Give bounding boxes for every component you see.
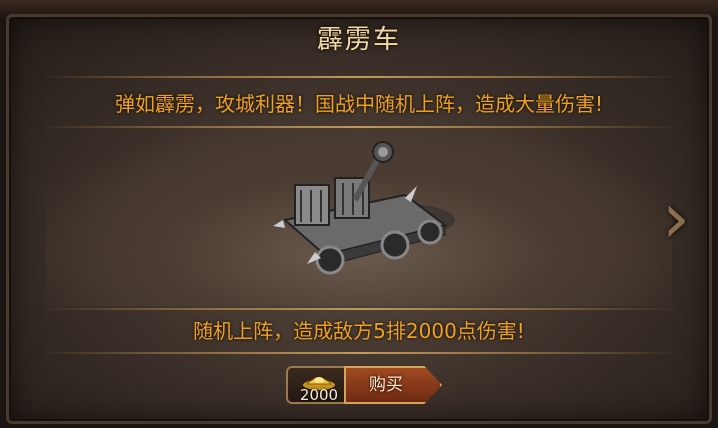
item-title: 霹雳车: [316, 25, 401, 55]
divider: [40, 76, 678, 78]
item-description: 弹如霹雳，攻城利器！国战中随机上阵，造成大量伤害!: [114, 92, 604, 116]
item-effect-text: 随机上阵，造成敌方5排2000点伤害!: [193, 319, 525, 343]
next-item-chevron-icon[interactable]: ›: [654, 180, 698, 256]
divider: [40, 308, 678, 310]
divider: [40, 126, 678, 128]
divider: [40, 352, 678, 354]
purchase-bar: 2000 购买: [286, 362, 446, 406]
price-value: 2000: [299, 386, 339, 404]
price-display: 2000: [286, 366, 348, 404]
buy-button[interactable]: 购买: [344, 366, 442, 404]
catapult-siege-weapon: [273, 141, 455, 275]
